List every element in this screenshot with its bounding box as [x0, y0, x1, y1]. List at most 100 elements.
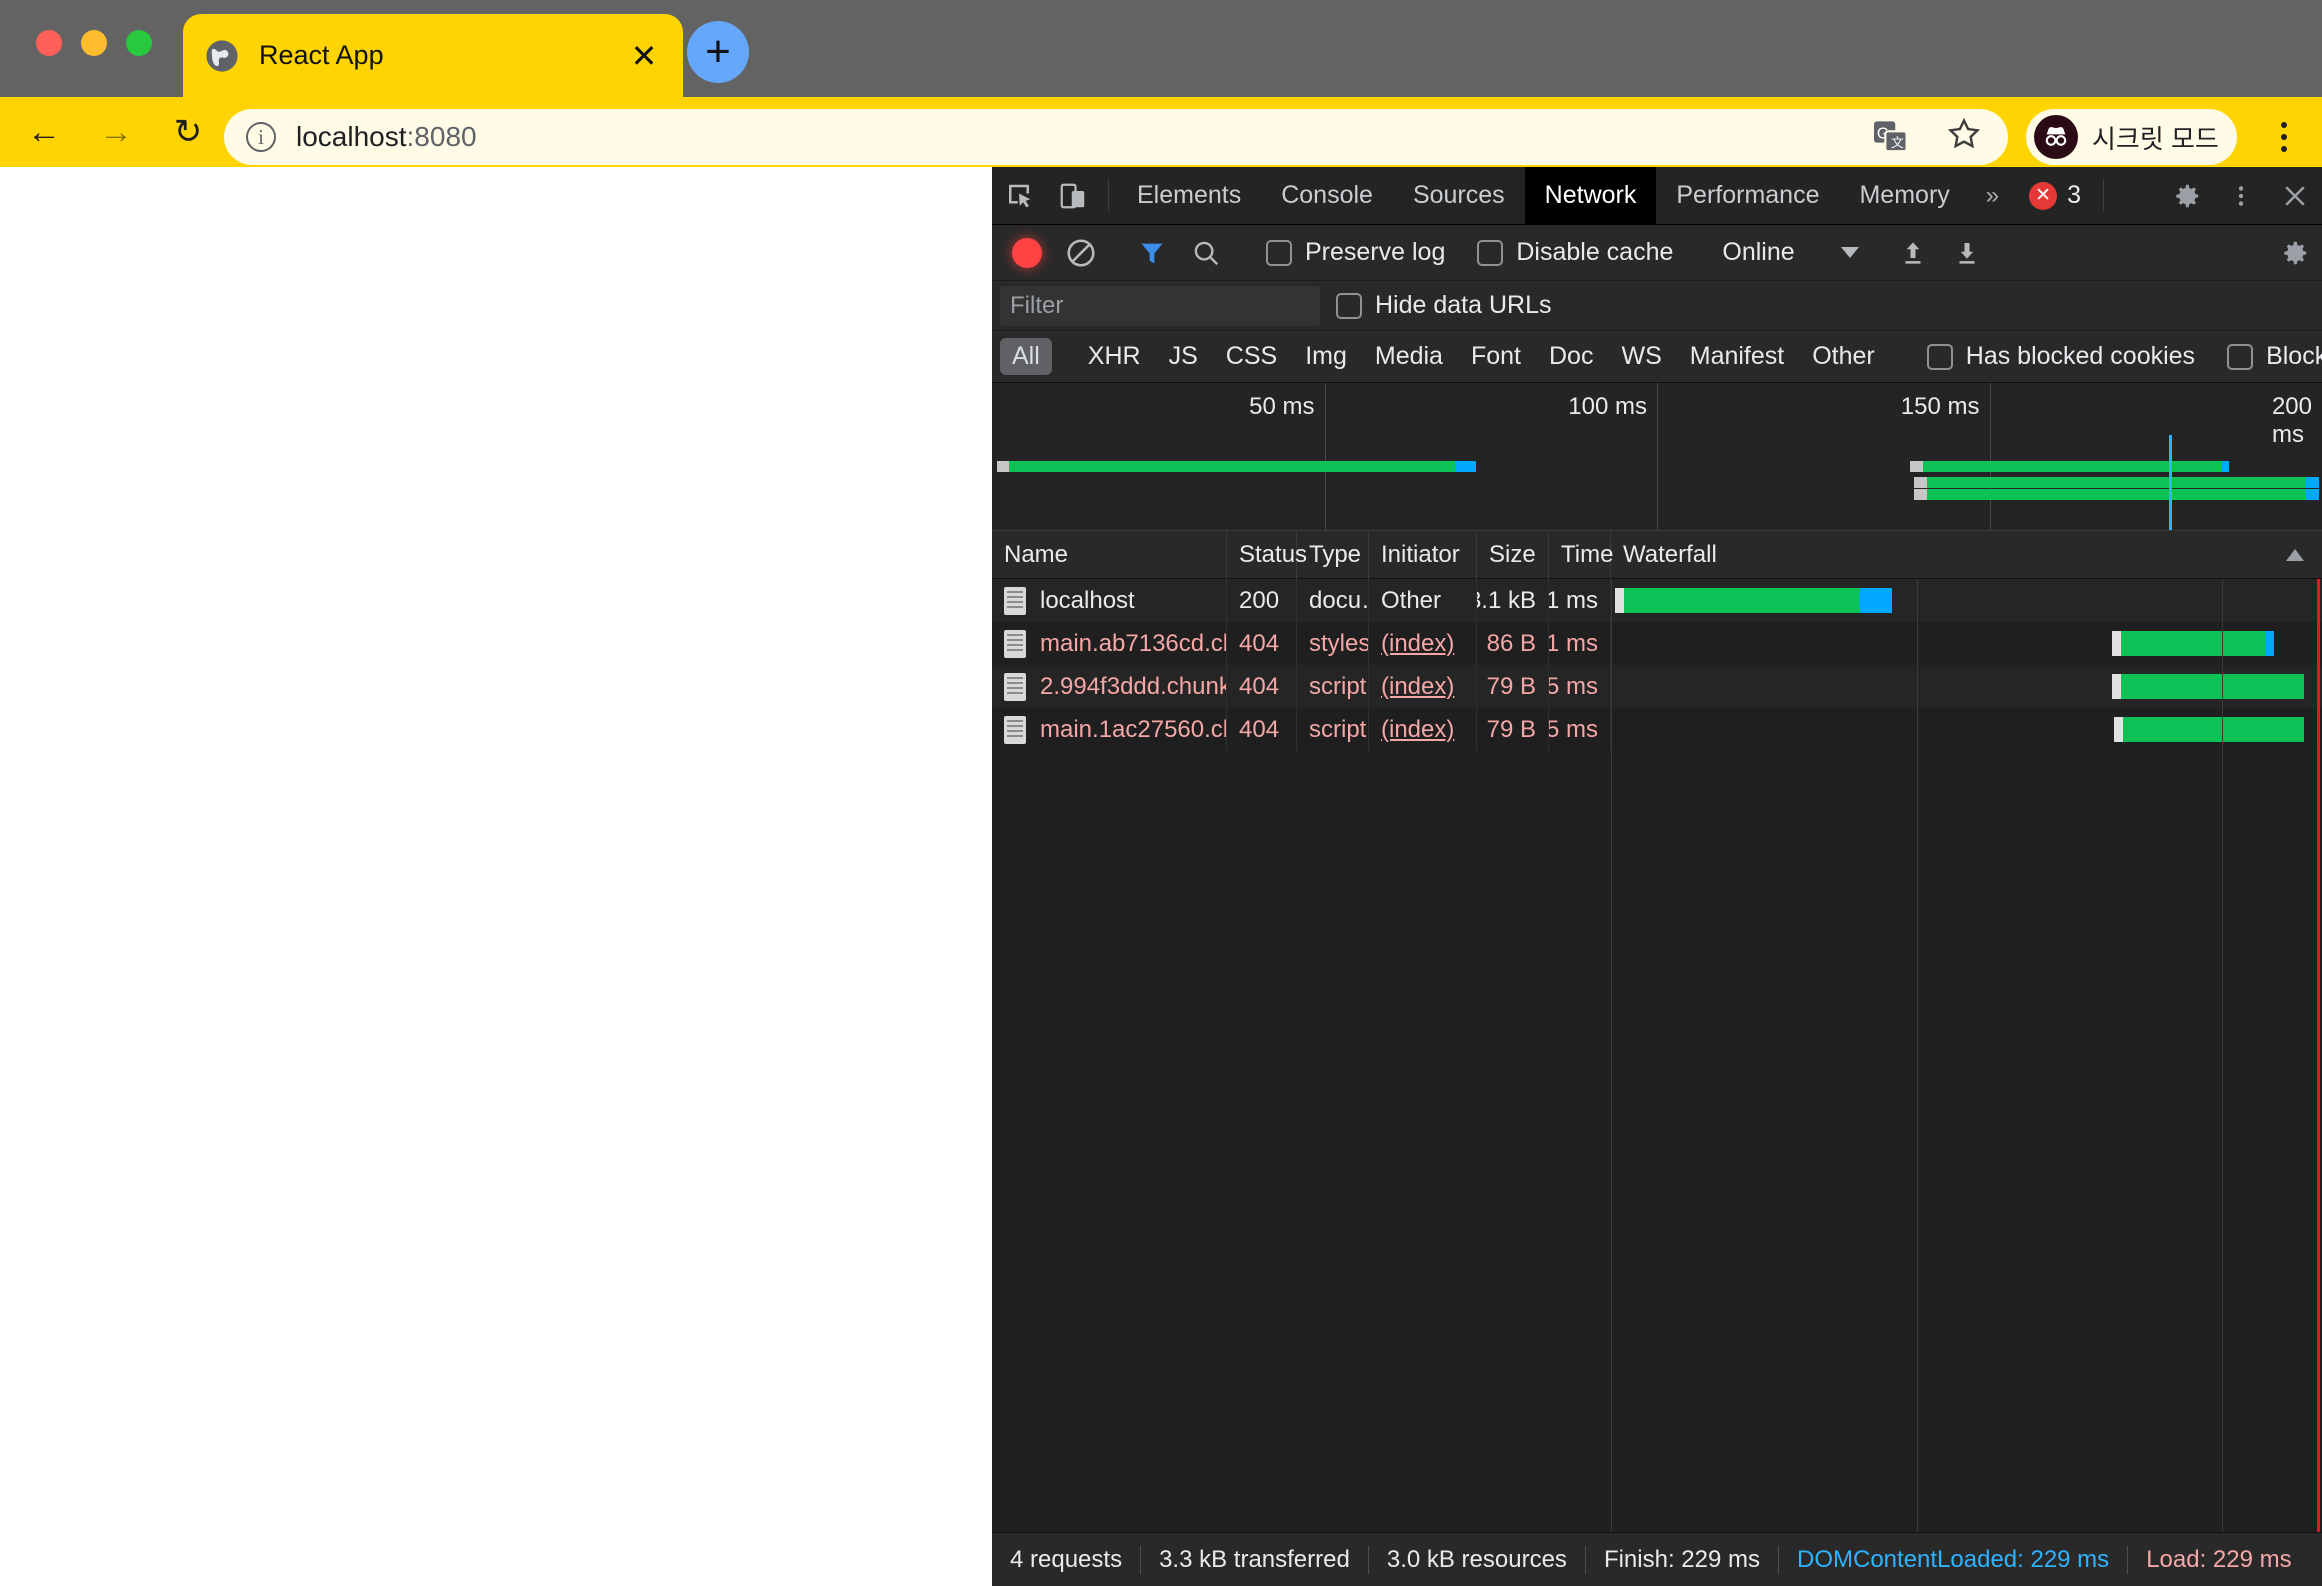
- cell-size: 79 B: [1477, 665, 1549, 708]
- tab-console[interactable]: Console: [1261, 167, 1393, 224]
- network-settings-gear-icon[interactable]: [2268, 238, 2322, 268]
- device-toolbar-icon[interactable]: [1046, 167, 1100, 224]
- cell-time: 51 ms: [1549, 622, 1611, 665]
- tab-performance[interactable]: Performance: [1656, 167, 1839, 224]
- cell-waterfall: [1611, 579, 2322, 622]
- blocked-requests-checkbox[interactable]: Blocked Requests: [2227, 342, 2322, 371]
- forward-button[interactable]: →: [88, 104, 144, 160]
- site-info-icon[interactable]: i: [246, 122, 276, 152]
- search-icon[interactable]: [1179, 238, 1233, 268]
- tab-sources[interactable]: Sources: [1393, 167, 1525, 224]
- browser-tab[interactable]: React App ✕: [183, 14, 683, 97]
- table-row[interactable]: localhost 200docu…Other3.1 kB131 ms: [992, 579, 2322, 622]
- chip-media[interactable]: Media: [1363, 338, 1455, 375]
- waterfall-bar: [2112, 631, 2275, 656]
- requests-table-body[interactable]: localhost200docu…Other3.1 kB131 msmain.a…: [992, 579, 2322, 1586]
- new-tab-button[interactable]: +: [687, 21, 749, 83]
- preserve-log-checkbox[interactable]: Preserve log: [1266, 238, 1445, 267]
- globe-icon: [205, 39, 239, 73]
- back-button[interactable]: ←: [16, 104, 72, 160]
- url-host: localhost: [296, 121, 407, 152]
- overview-request-bar: [1913, 489, 2320, 500]
- cell-initiator-link[interactable]: (index): [1381, 716, 1454, 744]
- window-minimize-button[interactable]: [81, 30, 107, 56]
- browser-window: React App ✕ + ← → ↻ i localhost:8080 G 文: [0, 0, 2322, 1586]
- cell-initiator: (index): [1369, 622, 1477, 665]
- chevron-down-icon: [1840, 247, 1859, 258]
- column-header-type[interactable]: Type: [1297, 530, 1369, 579]
- reload-button[interactable]: ↻: [160, 104, 216, 160]
- column-header-initiator[interactable]: Initiator: [1369, 530, 1477, 579]
- tab-network[interactable]: Network: [1524, 167, 1657, 224]
- column-header-status[interactable]: Status: [1227, 530, 1307, 579]
- cell-waterfall: [1611, 708, 2322, 751]
- chip-js[interactable]: JS: [1157, 338, 1210, 375]
- inspect-element-icon[interactable]: [992, 167, 1046, 224]
- network-toolbar: Preserve log Disable cache Online: [992, 225, 2322, 281]
- chip-doc[interactable]: Doc: [1537, 338, 1605, 375]
- import-har-icon[interactable]: [1886, 238, 1940, 268]
- kebab-menu-icon[interactable]: [2266, 119, 2302, 155]
- cell-waterfall: [1611, 665, 2322, 708]
- tab-memory[interactable]: Memory: [1839, 167, 1969, 224]
- hide-data-urls-checkbox[interactable]: Hide data URLs: [1336, 291, 1551, 320]
- chip-font[interactable]: Font: [1459, 338, 1533, 375]
- waterfall-bar: [1614, 588, 1892, 613]
- status-requests: 4 requests: [992, 1545, 1142, 1574]
- filter-input[interactable]: [1000, 285, 1320, 326]
- clear-icon[interactable]: [1054, 237, 1108, 269]
- throttle-select[interactable]: Online: [1722, 238, 1859, 267]
- chip-css[interactable]: CSS: [1214, 338, 1289, 375]
- cell-time: 65 ms: [1549, 665, 1611, 708]
- window-close-button[interactable]: [36, 30, 62, 56]
- cell-name: main.1ac27560.chunk.js: [992, 708, 1227, 751]
- address-bar[interactable]: i localhost:8080 G 文: [224, 109, 2008, 165]
- table-row[interactable]: main.1ac27560.chunk.js404script (index) 79…: [992, 708, 2322, 751]
- sort-ascending-icon: [2286, 548, 2304, 561]
- has-blocked-cookies-checkbox[interactable]: Has blocked cookies: [1926, 342, 2195, 371]
- export-har-icon[interactable]: [1940, 238, 1994, 268]
- throttle-value: Online: [1722, 238, 1795, 266]
- chip-all[interactable]: All: [1000, 338, 1052, 375]
- gear-icon[interactable]: [2160, 167, 2214, 224]
- profile-button[interactable]: 시크릿 모드: [2026, 109, 2237, 165]
- funnel-filter-icon[interactable]: [1125, 239, 1179, 267]
- column-header-size[interactable]: Size: [1477, 530, 1549, 579]
- error-count[interactable]: ✕ 3: [2015, 167, 2095, 224]
- column-header-name[interactable]: Name: [992, 530, 1227, 579]
- cell-initiator-link[interactable]: (index): [1381, 673, 1454, 701]
- address-bar-actions: G 文: [1874, 109, 1982, 165]
- table-row[interactable]: 2.994f3ddd.chunk.js404script (index) 79 B6…: [992, 665, 2322, 708]
- overview-tick-label: 150 ms: [1900, 393, 1980, 420]
- blocked-requests-label: Blocked Requests: [2266, 342, 2322, 370]
- waterfall-bar: [2114, 717, 2305, 742]
- chip-ws[interactable]: WS: [1609, 338, 1673, 375]
- status-resources: 3.0 kB resources: [1369, 1545, 1586, 1574]
- chip-other[interactable]: Other: [1800, 338, 1887, 375]
- network-overview-timeline[interactable]: 50 ms100 ms150 ms200 ms250 ms: [992, 383, 2322, 531]
- cell-name: localhost: [992, 579, 1227, 622]
- column-header-time[interactable]: Time: [1549, 530, 1613, 579]
- tab-close-icon[interactable]: ✕: [627, 39, 661, 73]
- chip-img[interactable]: Img: [1293, 338, 1359, 375]
- window-zoom-button[interactable]: [126, 30, 152, 56]
- chip-manifest[interactable]: Manifest: [1678, 338, 1796, 375]
- tab-elements[interactable]: Elements: [1117, 167, 1261, 224]
- divider: [2103, 179, 2105, 212]
- table-row[interactable]: main.ab7136cd.chunk.css404styles… (index)…: [992, 622, 2322, 665]
- checkbox-box: [1336, 292, 1362, 319]
- more-tabs-icon[interactable]: »: [1970, 167, 2015, 224]
- preserve-log-label: Preserve log: [1305, 238, 1446, 266]
- cell-type: script: [1297, 665, 1369, 708]
- devtools-more-options-icon[interactable]: [2214, 167, 2268, 224]
- bookmark-star-icon[interactable]: [1946, 117, 1982, 157]
- devtools-close-icon[interactable]: [2268, 167, 2322, 224]
- document-icon: [1004, 586, 1026, 615]
- disable-cache-checkbox[interactable]: Disable cache: [1477, 238, 1673, 267]
- chip-xhr[interactable]: XHR: [1076, 338, 1153, 375]
- translate-icon[interactable]: G 文: [1874, 121, 1908, 153]
- cell-initiator-link[interactable]: (index): [1381, 630, 1454, 658]
- record-stop-icon[interactable]: [1000, 237, 1054, 268]
- column-header-waterfall[interactable]: Waterfall: [1611, 531, 2322, 579]
- cell-initiator: (index): [1369, 708, 1477, 751]
